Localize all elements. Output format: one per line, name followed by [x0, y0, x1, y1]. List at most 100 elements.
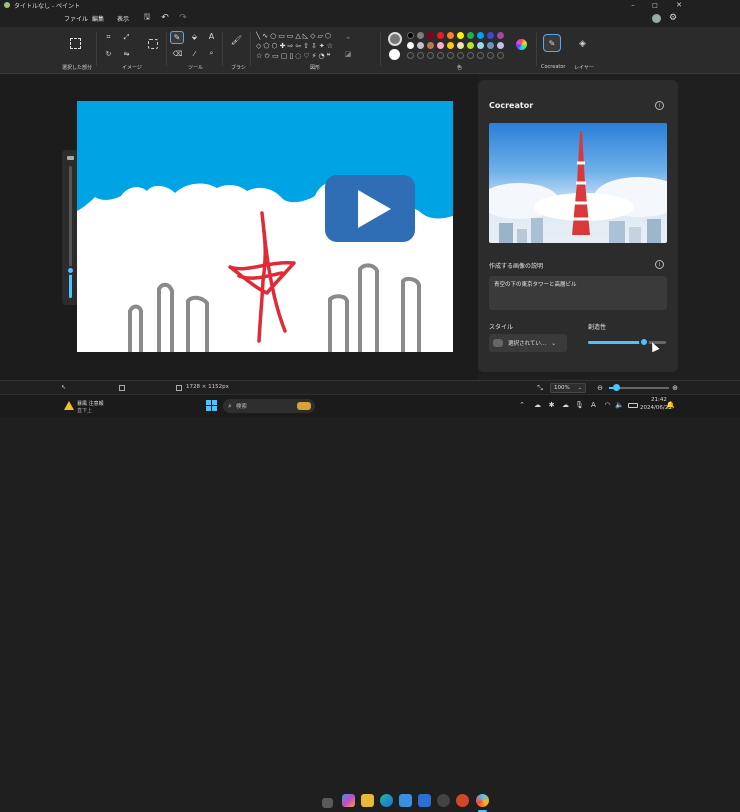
- tray-mic-icon[interactable]: 🎙: [575, 400, 584, 410]
- pencil-icon[interactable]: ✎: [170, 31, 184, 44]
- edge-icon[interactable]: [380, 794, 393, 807]
- zoom-value: 100%: [554, 385, 570, 391]
- color-swatch[interactable]: [477, 32, 484, 39]
- color-swatch[interactable]: [497, 32, 504, 39]
- fill-shape-icon[interactable]: ◪: [343, 49, 353, 58]
- style-value: 選択されてい...: [508, 341, 547, 347]
- powerpoint-icon[interactable]: [456, 794, 469, 807]
- color-swatch[interactable]: [477, 42, 484, 49]
- play-icon: [357, 189, 391, 228]
- maximize-button[interactable]: □: [648, 0, 662, 10]
- show-hidden-icons[interactable]: ⌃: [518, 400, 526, 410]
- outline-icon[interactable]: ⌁: [343, 33, 353, 42]
- menu-edit[interactable]: 編集: [92, 14, 104, 23]
- secondary-color[interactable]: [389, 49, 400, 60]
- creativity-thumb[interactable]: [639, 337, 650, 347]
- edit-colors-icon[interactable]: [516, 39, 527, 50]
- remove-background-icon[interactable]: [148, 39, 158, 49]
- creativity-label: 創造性: [588, 324, 607, 331]
- account-icon[interactable]: [652, 14, 661, 23]
- play-button[interactable]: [325, 175, 415, 242]
- zoom-slider-thumb[interactable]: [613, 384, 620, 391]
- flip-icon[interactable]: ⇋: [122, 49, 131, 58]
- media-player-icon[interactable]: [437, 794, 450, 807]
- resize-icon[interactable]: ⤢: [122, 33, 131, 42]
- tray-cloud-icon[interactable]: ☁: [561, 400, 570, 410]
- tray-bluetooth-icon[interactable]: ✱: [547, 400, 556, 410]
- color-swatch[interactable]: [427, 42, 434, 49]
- weather-widget[interactable]: 暴風 注意報 直下上: [62, 398, 112, 415]
- magnifier-icon[interactable]: ⌕: [207, 49, 216, 58]
- select-tool-icon[interactable]: [70, 38, 81, 49]
- save-icon[interactable]: 🖫: [142, 12, 152, 23]
- color-swatch[interactable]: [437, 32, 444, 39]
- clock-time[interactable]: 21:42: [651, 397, 667, 403]
- settings-icon[interactable]: ⚙: [668, 13, 678, 23]
- layers-group-label: レイヤー: [574, 65, 594, 71]
- color-swatch[interactable]: [487, 32, 494, 39]
- color-swatch[interactable]: [467, 42, 474, 49]
- menu-file[interactable]: ファイル: [64, 14, 88, 23]
- prompt-info-icon[interactable]: i: [655, 260, 664, 269]
- color-swatch[interactable]: [407, 32, 414, 39]
- text-icon[interactable]: A: [207, 32, 216, 41]
- color-swatch[interactable]: [457, 42, 464, 49]
- battery-icon[interactable]: [628, 403, 638, 408]
- prompt-input[interactable]: 青空の下の東京タワーと高層ビル: [489, 276, 667, 310]
- paint-taskbar-icon[interactable]: [476, 794, 489, 807]
- custom-colors-row: [407, 52, 504, 59]
- color-swatch[interactable]: [437, 42, 444, 49]
- prompt-text: 青空の下の東京タワーと高層ビル: [494, 282, 577, 288]
- workspace: [0, 74, 478, 380]
- cocreator-group-label: Cocreator: [541, 64, 566, 70]
- color-swatch[interactable]: [427, 32, 434, 39]
- color-swatch[interactable]: [497, 42, 504, 49]
- selection-group-label: 選択した部分: [62, 65, 93, 71]
- color-swatch[interactable]: [487, 42, 494, 49]
- keyboard-layout[interactable]: A: [591, 401, 596, 409]
- fit-to-window-icon[interactable]: ⤡: [536, 384, 544, 392]
- color-swatch[interactable]: [457, 32, 464, 39]
- color-swatch[interactable]: [447, 32, 454, 39]
- color-swatch[interactable]: [407, 42, 414, 49]
- primary-color[interactable]: [388, 32, 402, 46]
- close-button[interactable]: ✕: [672, 0, 686, 10]
- generated-image[interactable]: [489, 123, 667, 243]
- prompt-label: 作成する画像の説明: [489, 263, 544, 270]
- eraser-icon[interactable]: ⌫: [173, 49, 183, 58]
- copilot-icon[interactable]: [342, 794, 355, 807]
- photos-icon[interactable]: [418, 794, 431, 807]
- start-button[interactable]: [206, 400, 217, 411]
- wifi-icon[interactable]: ◠: [603, 400, 612, 410]
- crop-icon[interactable]: ⌗: [104, 33, 113, 42]
- minimize-button[interactable]: –: [626, 0, 640, 10]
- volume-icon[interactable]: 🔈: [615, 400, 624, 410]
- tray-app-icon[interactable]: ☁: [533, 400, 542, 410]
- color-swatch[interactable]: [417, 32, 424, 39]
- zoom-in-icon[interactable]: ⊕: [671, 384, 679, 392]
- shapes-gallery[interactable]: ╲∿○▭▭△◺◇▱⬡ ◇⬠⬡✚⇨⇦⇧⇩✦☆ ☆✩▭▢▯◌♡⚡◔❝: [256, 31, 336, 61]
- undo-icon[interactable]: ↶: [160, 13, 170, 23]
- task-view-icon[interactable]: [322, 798, 333, 808]
- search-box[interactable]: ⌕ 検索: [223, 399, 315, 413]
- color-picker-icon[interactable]: ⁄: [190, 49, 199, 58]
- layers-icon[interactable]: ◈: [577, 38, 588, 49]
- zoom-dropdown[interactable]: 100% ⌄: [550, 383, 586, 393]
- file-explorer-icon[interactable]: [361, 794, 374, 807]
- rotate-icon[interactable]: ↻: [104, 49, 113, 58]
- zoom-out-icon[interactable]: ⊖: [596, 384, 604, 392]
- info-icon[interactable]: i: [655, 101, 664, 110]
- brush-icon[interactable]: 🖌: [231, 35, 242, 47]
- menu-view[interactable]: 表示: [117, 14, 129, 23]
- color-swatch[interactable]: [447, 42, 454, 49]
- redo-icon[interactable]: ↷: [178, 13, 188, 23]
- shapes-group-label: 図形: [310, 65, 321, 71]
- color-swatch[interactable]: [417, 42, 424, 49]
- brush-size-thumb[interactable]: [66, 266, 75, 275]
- notification-bell-icon[interactable]: 🔔: [666, 400, 675, 410]
- fill-icon[interactable]: ⬙: [190, 32, 199, 41]
- color-swatch[interactable]: [467, 32, 474, 39]
- store-icon[interactable]: [399, 794, 412, 807]
- style-dropdown[interactable]: 選択されてい... ⌄: [489, 334, 567, 352]
- cocreator-button[interactable]: ✎: [543, 34, 561, 52]
